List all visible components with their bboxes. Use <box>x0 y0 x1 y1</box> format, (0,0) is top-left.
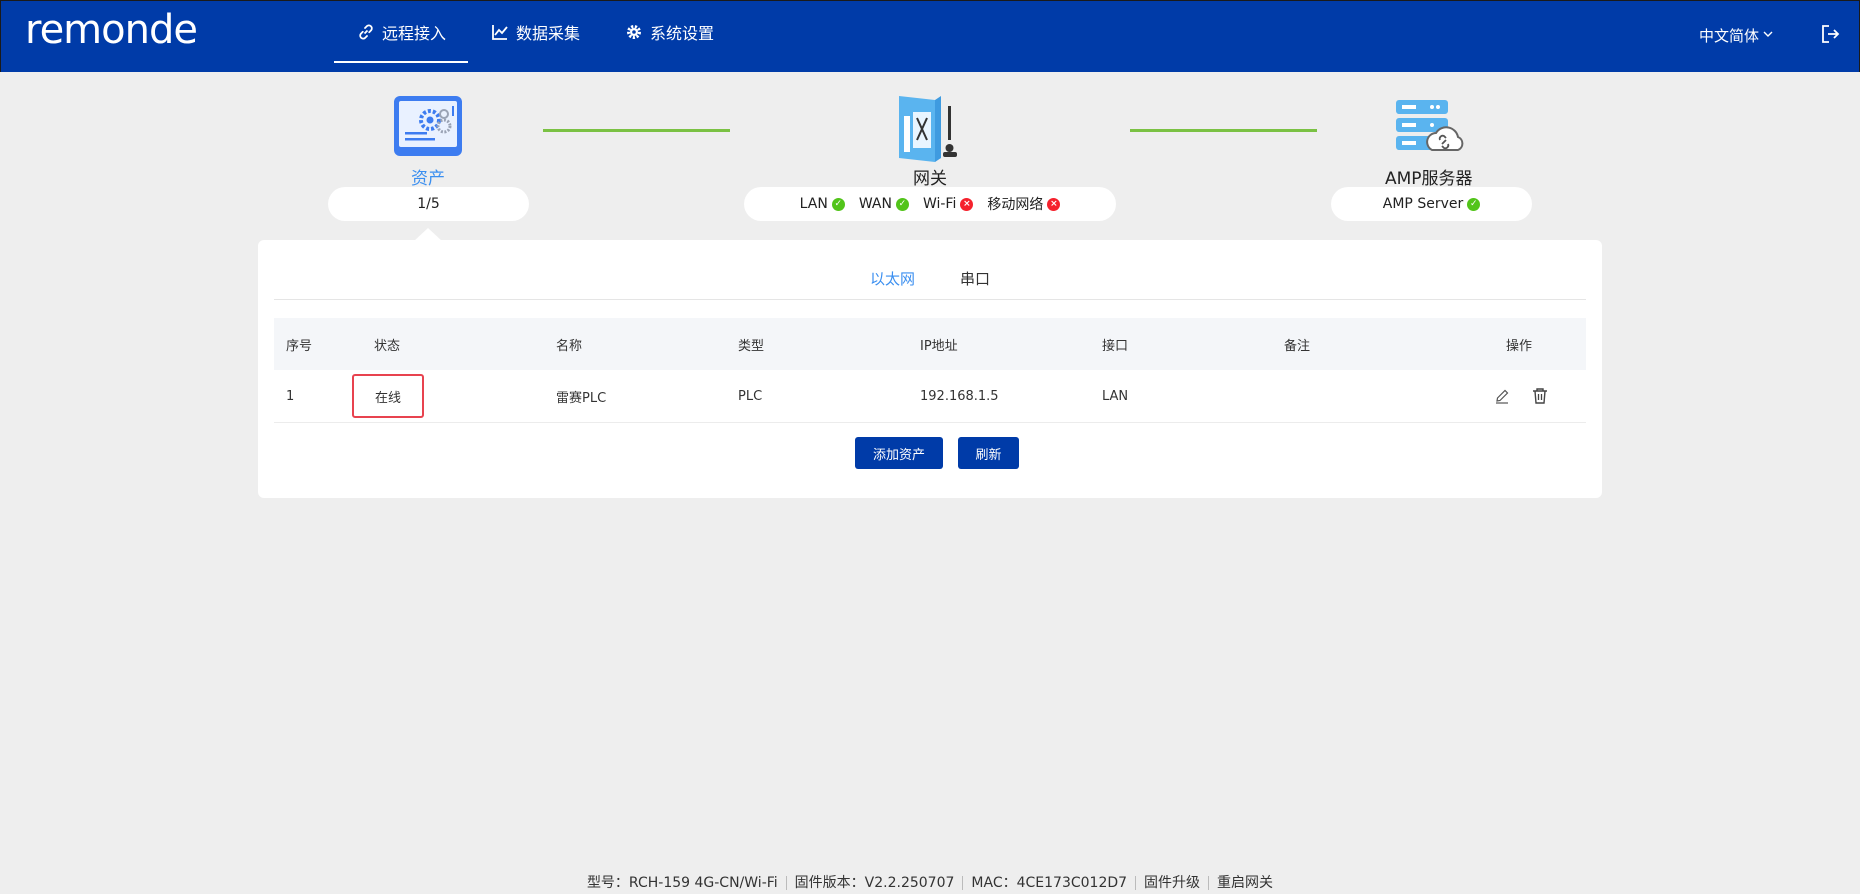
asset-count-pill: 1/5 <box>328 187 529 221</box>
status-name: Wi-Fi <box>922 196 957 212</box>
tab-serial[interactable]: 串口 <box>960 268 990 289</box>
top-header: remonde 远程接入 数据采集 系统设置 中文简体 <box>0 0 1860 72</box>
asset-label: 资产 <box>411 169 445 189</box>
status-name: AMP Server <box>1382 196 1464 212</box>
header-note: 备注 <box>1284 338 1311 354</box>
svg-text:remonde: remonde <box>25 9 197 53</box>
footer-firmware: 固件版本：V2.2.250707 <box>794 875 955 891</box>
table-header: 序号 状态 名称 类型 IP地址 接口 备注 操作 <box>274 318 1586 370</box>
footer-mac: MAC：4CE173C012D7 <box>971 875 1128 891</box>
table-row[interactable]: 1 在线 雷赛PLC PLC 192.168.1.5 LAN <box>274 370 1586 423</box>
interface-tabs: 以太网 串口 <box>274 258 1586 300</box>
edit-icon[interactable] <box>1492 386 1512 406</box>
asset-table: 序号 状态 名称 类型 IP地址 接口 备注 操作 1 在线 雷赛PLC PLC… <box>274 318 1586 423</box>
row-ip: 192.168.1.5 <box>920 388 999 404</box>
gear-icon <box>624 22 644 42</box>
firmware-upgrade-link[interactable]: 固件升级 <box>1144 875 1200 891</box>
status-name: 移动网络 <box>987 197 1044 213</box>
divider <box>1208 876 1210 890</box>
refresh-button[interactable]: 刷新 <box>958 437 1019 469</box>
server-node-icon[interactable] <box>1392 96 1470 156</box>
check-circle-icon: ✓ <box>831 197 845 211</box>
remonde-logo[interactable]: remonde <box>25 7 225 61</box>
asset-count: 1/5 <box>417 196 440 212</box>
divider <box>962 876 964 890</box>
header-status: 状态 <box>374 338 401 354</box>
chart-icon <box>490 22 510 42</box>
gateway-label: 网关 <box>913 169 947 189</box>
asset-node-icon[interactable] <box>392 94 464 160</box>
status-wifi: Wi-Fi × <box>922 196 974 212</box>
nav-system-settings[interactable]: 系统设置 <box>602 1 736 63</box>
nav-label: 数据采集 <box>516 24 581 43</box>
main-nav: 远程接入 数据采集 系统设置 <box>334 1 736 73</box>
nav-remote-access[interactable]: 远程接入 <box>334 1 469 63</box>
footer-model: 型号：RCH-159 4G-CN/Wi-Fi <box>586 875 778 891</box>
asset-panel: 以太网 串口 序号 状态 名称 类型 IP地址 接口 备注 操作 1 在线 雷赛… <box>258 240 1602 498</box>
row-status: 在线 <box>374 390 401 406</box>
row-name: 雷赛PLC <box>556 390 607 406</box>
gateway-server-link <box>1130 129 1317 132</box>
divider <box>785 876 787 890</box>
header-type: 类型 <box>738 338 765 354</box>
footer-bar: 型号：RCH-159 4G-CN/Wi-Fi 固件版本：V2.2.250707 MA… <box>0 872 1860 892</box>
status-wan: WAN ✓ <box>859 196 909 212</box>
row-interface: LAN <box>1102 388 1129 404</box>
trash-icon[interactable] <box>1530 386 1550 406</box>
header-ip: IP地址 <box>920 338 958 354</box>
row-index: 1 <box>286 388 295 404</box>
header-interface: 接口 <box>1102 338 1129 354</box>
header-index: 序号 <box>286 338 313 354</box>
row-status-cell: 在线 <box>352 370 424 422</box>
server-label: AMP服务器 <box>1385 169 1473 189</box>
language-label: 中文简体 <box>1699 26 1760 45</box>
gateway-status-pill: LAN ✓ WAN ✓ Wi-Fi × 移动网络 × <box>744 187 1116 221</box>
nav-label: 远程接入 <box>382 24 447 43</box>
logout-icon[interactable] <box>1819 23 1843 47</box>
error-circle-icon: × <box>1047 197 1061 211</box>
asset-gateway-link <box>543 129 730 132</box>
add-asset-button[interactable]: 添加资产 <box>855 437 943 469</box>
error-circle-icon: × <box>960 197 974 211</box>
status-amp-server: AMP Server ✓ <box>1382 196 1481 212</box>
gateway-node-icon[interactable] <box>895 92 965 164</box>
status-mobile: 移动网络 × <box>987 194 1061 214</box>
row-actions <box>1492 370 1550 422</box>
row-type: PLC <box>738 388 763 404</box>
link-icon <box>356 22 376 42</box>
chevron-down-icon <box>1762 26 1774 44</box>
header-name: 名称 <box>556 338 583 354</box>
check-circle-icon: ✓ <box>1467 197 1481 211</box>
tab-ethernet[interactable]: 以太网 <box>870 268 915 289</box>
divider <box>1135 876 1137 890</box>
reboot-gateway-link[interactable]: 重启网关 <box>1217 875 1273 891</box>
status-name: LAN <box>799 196 828 212</box>
check-circle-icon: ✓ <box>895 197 909 211</box>
nav-label: 系统设置 <box>650 24 715 43</box>
status-name: WAN <box>858 196 892 212</box>
nav-data-collection[interactable]: 数据采集 <box>468 1 602 63</box>
language-selector[interactable]: 中文简体 <box>1699 21 1774 49</box>
header-actions: 操作 <box>1506 338 1533 354</box>
server-status-pill: AMP Server ✓ <box>1331 187 1532 221</box>
status-lan: LAN ✓ <box>800 196 845 212</box>
status-highlight: 在线 <box>352 374 424 418</box>
